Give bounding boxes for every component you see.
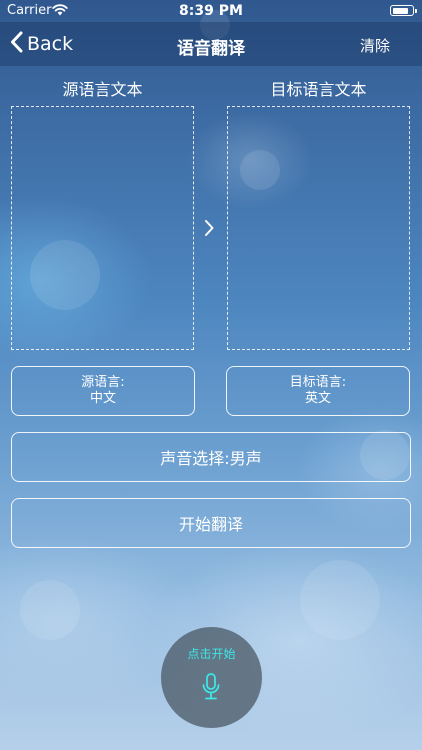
bokeh-decoration (300, 560, 380, 640)
status-time: 8:39 PM (179, 3, 243, 19)
start-translate-button[interactable]: 开始翻译 (11, 498, 411, 548)
target-language-label: 目标语言: (289, 375, 347, 390)
source-text-area[interactable] (11, 106, 194, 350)
target-language-button[interactable]: 目标语言: 英文 (226, 366, 410, 416)
record-label: 点击开始 (187, 647, 236, 661)
chevron-right-icon[interactable] (203, 218, 215, 242)
voice-select-button[interactable]: 声音选择:男声 (11, 432, 411, 482)
microphone-icon (201, 673, 221, 705)
target-language-value: 英文 (304, 391, 331, 406)
target-text-area[interactable] (227, 106, 410, 350)
page-title: 语音翻译 (177, 39, 245, 59)
clear-button[interactable]: 清除 (360, 35, 390, 56)
battery-fill (392, 7, 408, 14)
source-language-button[interactable]: 源语言: 中文 (11, 366, 195, 416)
navigation-bar: Back 语音翻译 清除 (0, 22, 422, 66)
start-translate-label: 开始翻译 (178, 515, 243, 534)
voice-select-label: 声音选择:男声 (160, 449, 262, 468)
status-bar: Carrier 8:39 PM (0, 0, 422, 22)
bokeh-decoration (20, 580, 80, 640)
record-button[interactable]: 点击开始 (161, 627, 262, 728)
source-language-label: 源语言: (81, 375, 125, 390)
source-text-title: 源语言文本 (62, 80, 143, 99)
screen: Carrier 8:39 PM Back 语音翻译 清除 源语言文本 目标语言文… (0, 0, 422, 750)
battery-icon (390, 5, 417, 16)
target-text-title: 目标语言文本 (270, 80, 367, 99)
source-language-value: 中文 (89, 391, 116, 406)
